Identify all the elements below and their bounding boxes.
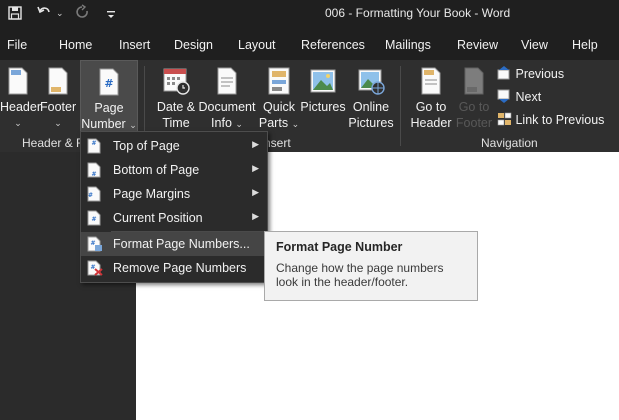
document-info-button[interactable]: Document Info ⌄ — [198, 64, 256, 132]
previous-icon — [497, 66, 512, 80]
menu-item-page-margins[interactable]: # Page Margins ▶ — [81, 182, 267, 206]
header-icon — [7, 66, 29, 96]
tab-file[interactable]: File — [7, 38, 27, 52]
submenu-arrow-icon: ▶ — [252, 139, 259, 149]
menu-item-top-of-page[interactable]: # Top of Page ▶ — [81, 134, 267, 158]
tab-help[interactable]: Help — [572, 38, 598, 52]
submenu-arrow-icon: ▶ — [252, 211, 259, 221]
tab-references[interactable]: References — [301, 38, 365, 52]
customize-quick-access-icon[interactable] — [106, 7, 116, 18]
tab-mailings[interactable]: Mailings — [385, 38, 431, 52]
tooltip: Format Page Number Change how the page n… — [264, 231, 478, 301]
pictures-button[interactable]: Pictures — [300, 64, 346, 115]
go-to-header-icon — [420, 66, 442, 96]
date-time-button[interactable]: Date & Time — [154, 64, 198, 131]
svg-text:#: # — [104, 77, 113, 90]
online-pictures-button[interactable]: Online Pictures — [346, 64, 396, 131]
quick-parts-label: Parts — [258, 116, 289, 130]
pictures-icon — [309, 66, 337, 96]
go-to-footer-icon — [463, 66, 485, 96]
previous-button[interactable]: Previous — [497, 66, 564, 84]
tab-review[interactable]: Review — [457, 38, 498, 52]
tab-home[interactable]: Home — [59, 38, 92, 52]
next-button[interactable]: Next — [497, 89, 541, 107]
redo-icon[interactable] — [74, 4, 90, 20]
page-margins-icon: # — [87, 186, 101, 202]
footer-button[interactable]: Footer ⌄ — [40, 64, 76, 131]
window-title: 006 - Formatting Your Book - Word — [325, 6, 511, 20]
title-bar: ⌄ 006 - Formatting Your Book - Word — [0, 0, 619, 28]
menu-item-bottom-of-page[interactable]: # Bottom of Page ▶ — [81, 158, 267, 182]
save-icon[interactable] — [8, 6, 22, 20]
menu-item-remove-page-numbers[interactable]: # Remove Page Numbers — [81, 256, 267, 280]
quick-parts-button[interactable]: Quick Parts ⌄ — [258, 64, 300, 132]
document-info-label: Info — [211, 116, 232, 130]
ribbon-tabs: File Home Insert Design Layout Reference… — [0, 28, 619, 60]
menu-item-current-position[interactable]: # Current Position ▶ — [81, 206, 267, 230]
page-number-label: Number — [81, 117, 126, 131]
calendar-icon — [162, 66, 190, 96]
group-label-header-footer: Header & F — [22, 136, 84, 150]
document-info-icon — [216, 66, 238, 96]
link-icon — [497, 112, 512, 126]
footer-icon — [47, 66, 69, 96]
svg-text:#: # — [91, 216, 96, 223]
link-to-previous-button[interactable]: Link to Previous — [497, 112, 604, 130]
tab-layout[interactable]: Layout — [238, 38, 276, 52]
page-top-icon: # — [87, 138, 101, 154]
group-label-insert: nsert — [264, 136, 291, 150]
svg-text:#: # — [88, 192, 93, 199]
page-number-button[interactable]: # Page Number ⌄ — [80, 60, 138, 132]
undo-icon[interactable] — [36, 4, 52, 20]
tooltip-title: Format Page Number — [276, 240, 403, 254]
remove-page-numbers-icon: # — [87, 260, 103, 276]
tab-insert[interactable]: Insert — [119, 38, 150, 52]
quick-parts-icon — [267, 66, 291, 96]
tooltip-body: Change how the page numbers look in the … — [276, 261, 444, 289]
page-number-menu: # Top of Page ▶ # Bottom of Page ▶ # Pag… — [80, 131, 268, 283]
page-bottom-icon: # — [87, 162, 101, 178]
format-page-numbers-icon: # — [87, 236, 102, 252]
current-position-icon: # — [87, 210, 101, 226]
tab-view[interactable]: View — [521, 38, 548, 52]
submenu-arrow-icon: ▶ — [252, 163, 259, 173]
svg-text:#: # — [90, 240, 95, 247]
menu-item-format-page-numbers[interactable]: # Format Page Numbers... — [81, 232, 267, 256]
svg-text:#: # — [91, 171, 96, 178]
svg-text:#: # — [91, 140, 96, 147]
tab-design[interactable]: Design — [174, 38, 213, 52]
page-number-icon: # — [98, 67, 120, 97]
ribbon-separator — [400, 66, 401, 146]
undo-dropdown-icon[interactable]: ⌄ — [56, 8, 64, 19]
next-icon — [497, 89, 512, 103]
go-to-footer-button: Go to Footer — [454, 64, 494, 131]
submenu-arrow-icon: ▶ — [252, 187, 259, 197]
go-to-header-button[interactable]: Go to Header — [408, 64, 454, 131]
header-button[interactable]: Header ⌄ — [0, 64, 41, 131]
group-label-navigation: Navigation — [481, 136, 538, 150]
online-pictures-icon — [357, 66, 385, 96]
